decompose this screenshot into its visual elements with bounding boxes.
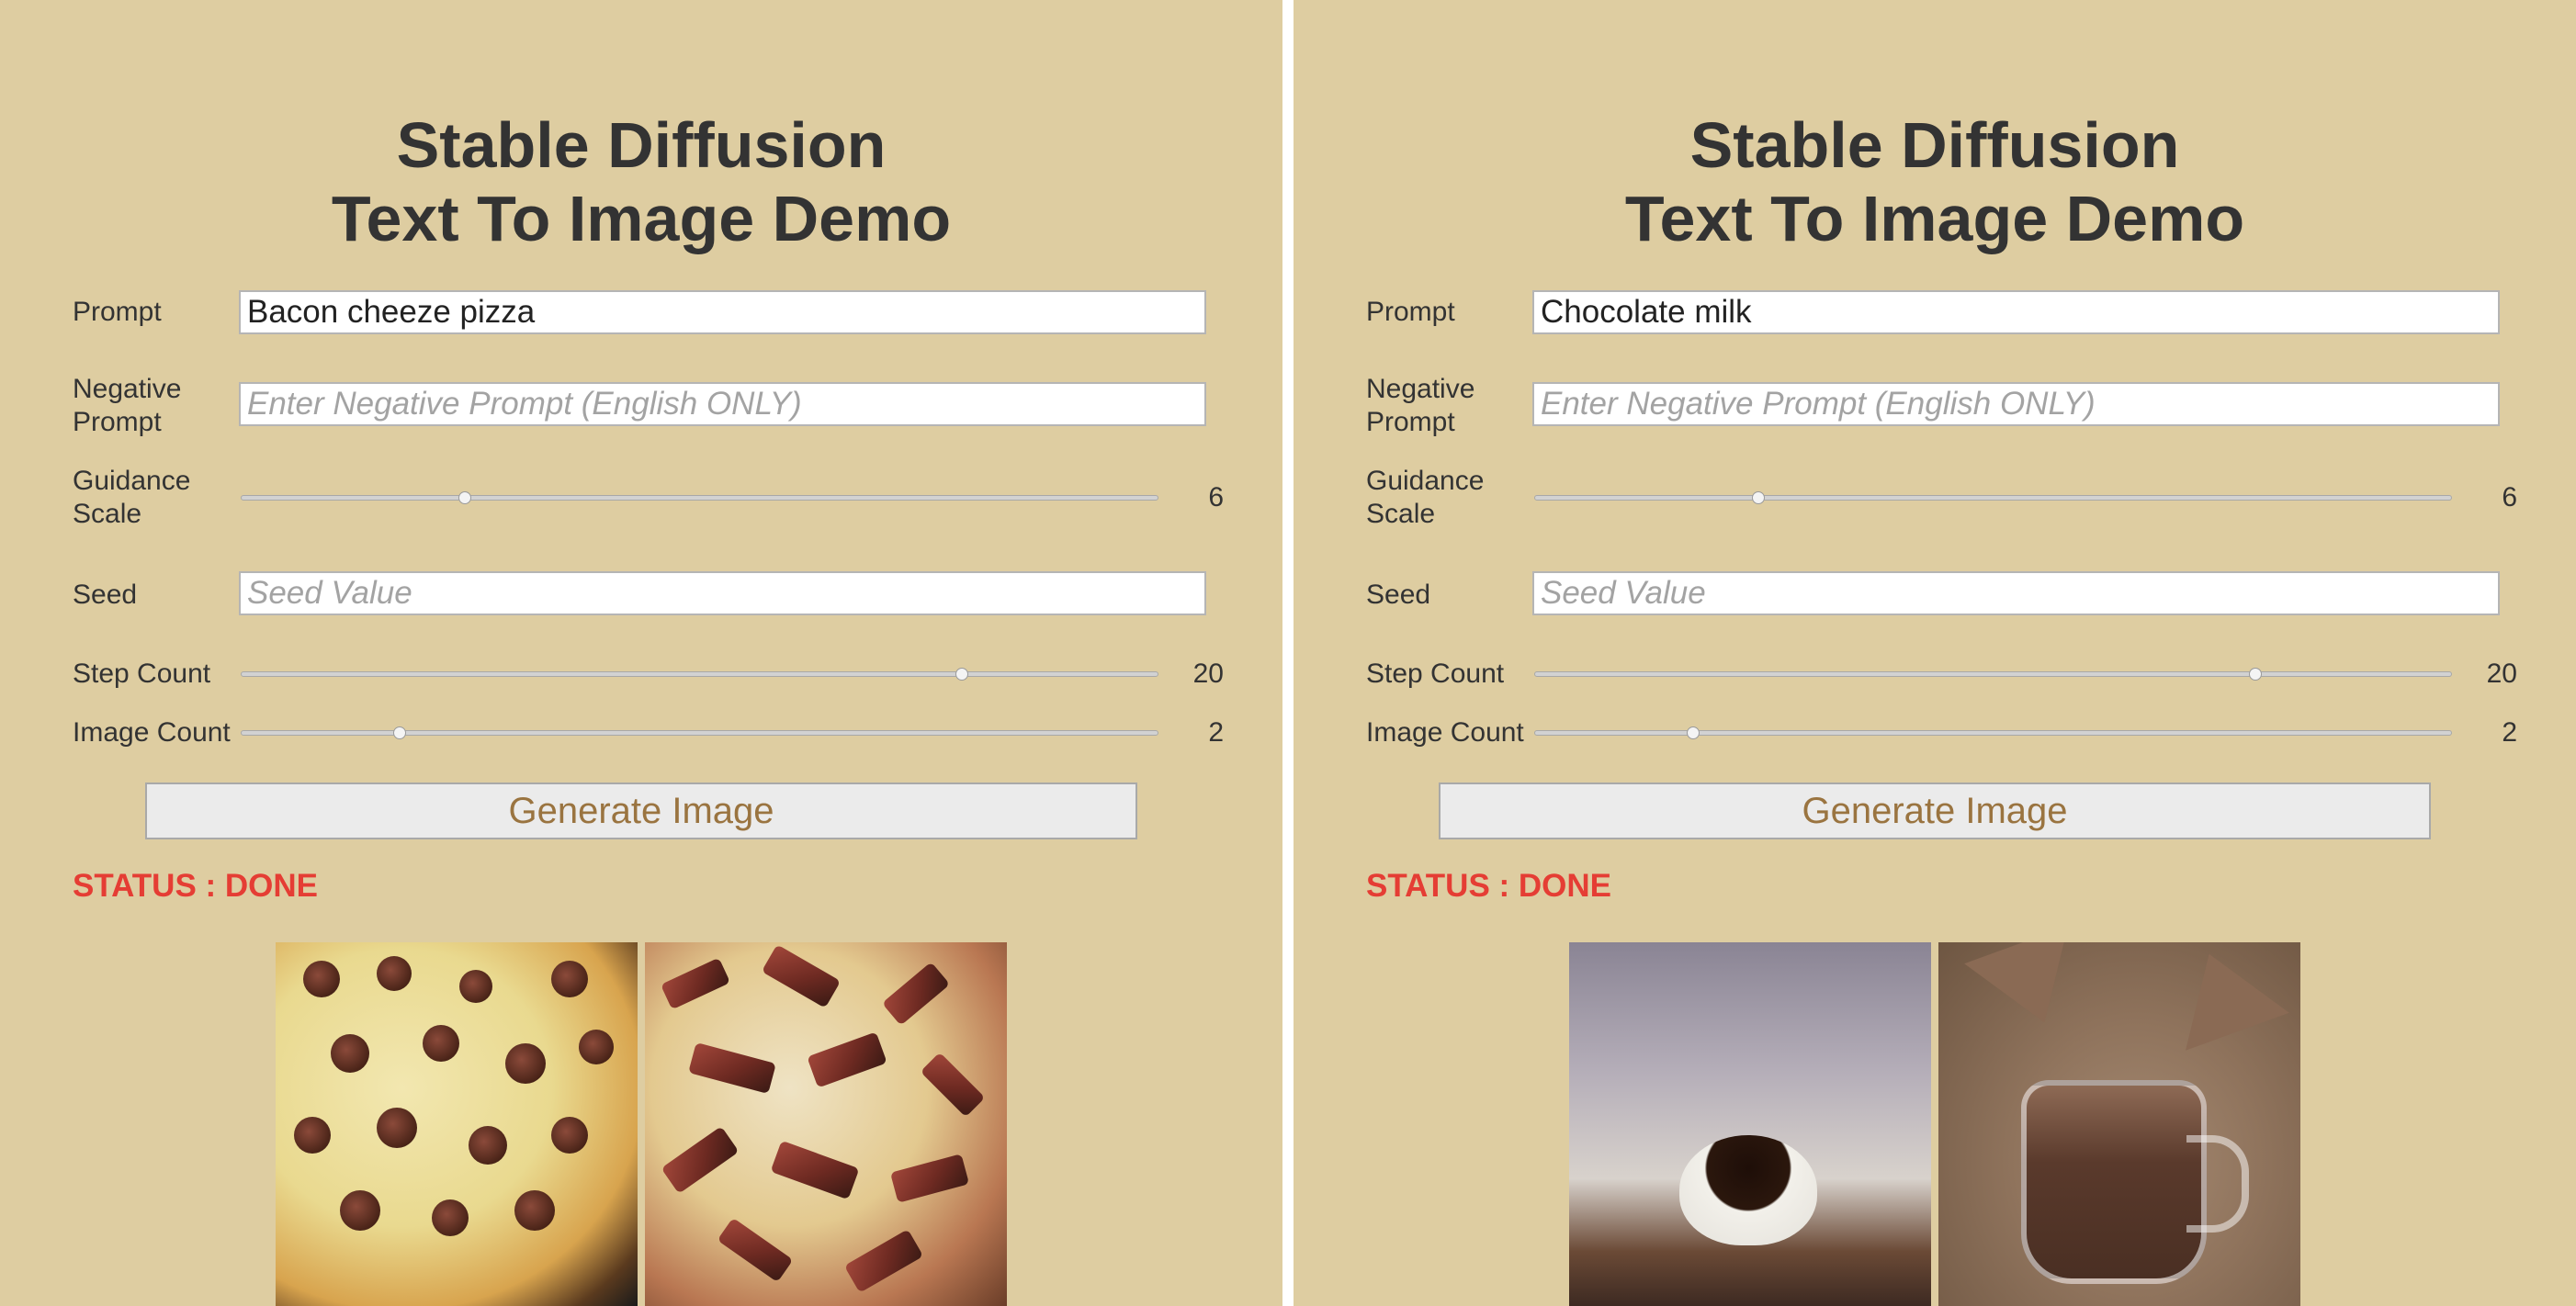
generated-image-pizza-2[interactable] [645,942,1007,1306]
image-count-slider-thumb[interactable] [393,726,406,739]
step-count-slider-thumb[interactable] [2249,668,2262,681]
negative-prompt-label: Negative Prompt [1366,374,1475,437]
guidance-scale-slider[interactable] [241,495,1158,501]
generate-image-button[interactable]: Generate Image [145,782,1137,839]
step-count-slider[interactable] [1534,671,2452,677]
image-count-slider[interactable] [241,730,1158,736]
guidance-scale-slider-thumb[interactable] [1752,491,1765,504]
page-title: Stable Diffusion Text To Image Demo [331,109,952,254]
seed-label: Seed [73,580,138,610]
generate-image-button[interactable]: Generate Image [1439,782,2431,839]
seed-input[interactable]: Seed Value [1532,571,2500,615]
demo-panel-left: Stable Diffusion Text To Image Demo Prom… [0,0,1282,1306]
guidance-scale-label: Guidance Scale [1366,466,1485,529]
status-text: STATUS : DONE [73,868,319,904]
step-count-slider[interactable] [241,671,1158,677]
image-count-label: Image Count [1366,717,1524,748]
page-title: Stable Diffusion Text To Image Demo [1624,109,2245,254]
guidance-scale-slider-thumb[interactable] [458,491,471,504]
generated-image-pizza-1[interactable] [276,942,638,1306]
negative-prompt-input[interactable]: Enter Negative Prompt (English ONLY) [1532,382,2500,426]
guidance-scale-value: 6 [1208,482,1224,512]
image-count-value: 2 [2502,717,2517,748]
image-count-label: Image Count [73,717,231,748]
prompt-label: Prompt [73,297,162,327]
image-count-slider[interactable] [1534,730,2452,736]
negative-prompt-input[interactable]: Enter Negative Prompt (English ONLY) [239,382,1206,426]
generated-image-chocolate-milk-mug[interactable] [1938,942,2300,1306]
image-count-slider-thumb[interactable] [1687,726,1700,739]
guidance-scale-label: Guidance Scale [73,466,191,529]
seed-input[interactable]: Seed Value [239,571,1206,615]
status-text: STATUS : DONE [1366,868,1612,904]
seed-label: Seed [1366,580,1431,610]
step-count-label: Step Count [73,659,211,689]
negative-prompt-label: Negative Prompt [73,374,182,437]
step-count-value: 20 [1192,659,1224,689]
guidance-scale-slider[interactable] [1534,495,2452,501]
demo-panel-right: Stable Diffusion Text To Image Demo Prom… [1294,0,2576,1306]
guidance-scale-value: 6 [2502,482,2517,512]
step-count-label: Step Count [1366,659,1505,689]
step-count-slider-thumb[interactable] [955,668,968,681]
image-count-value: 2 [1208,717,1224,748]
prompt-label: Prompt [1366,297,1455,327]
prompt-input[interactable]: Bacon cheeze pizza [239,290,1206,334]
generated-image-chocolate-poster[interactable] [1569,942,1931,1306]
prompt-input[interactable]: Chocolate milk [1532,290,2500,334]
step-count-value: 20 [2486,659,2517,689]
